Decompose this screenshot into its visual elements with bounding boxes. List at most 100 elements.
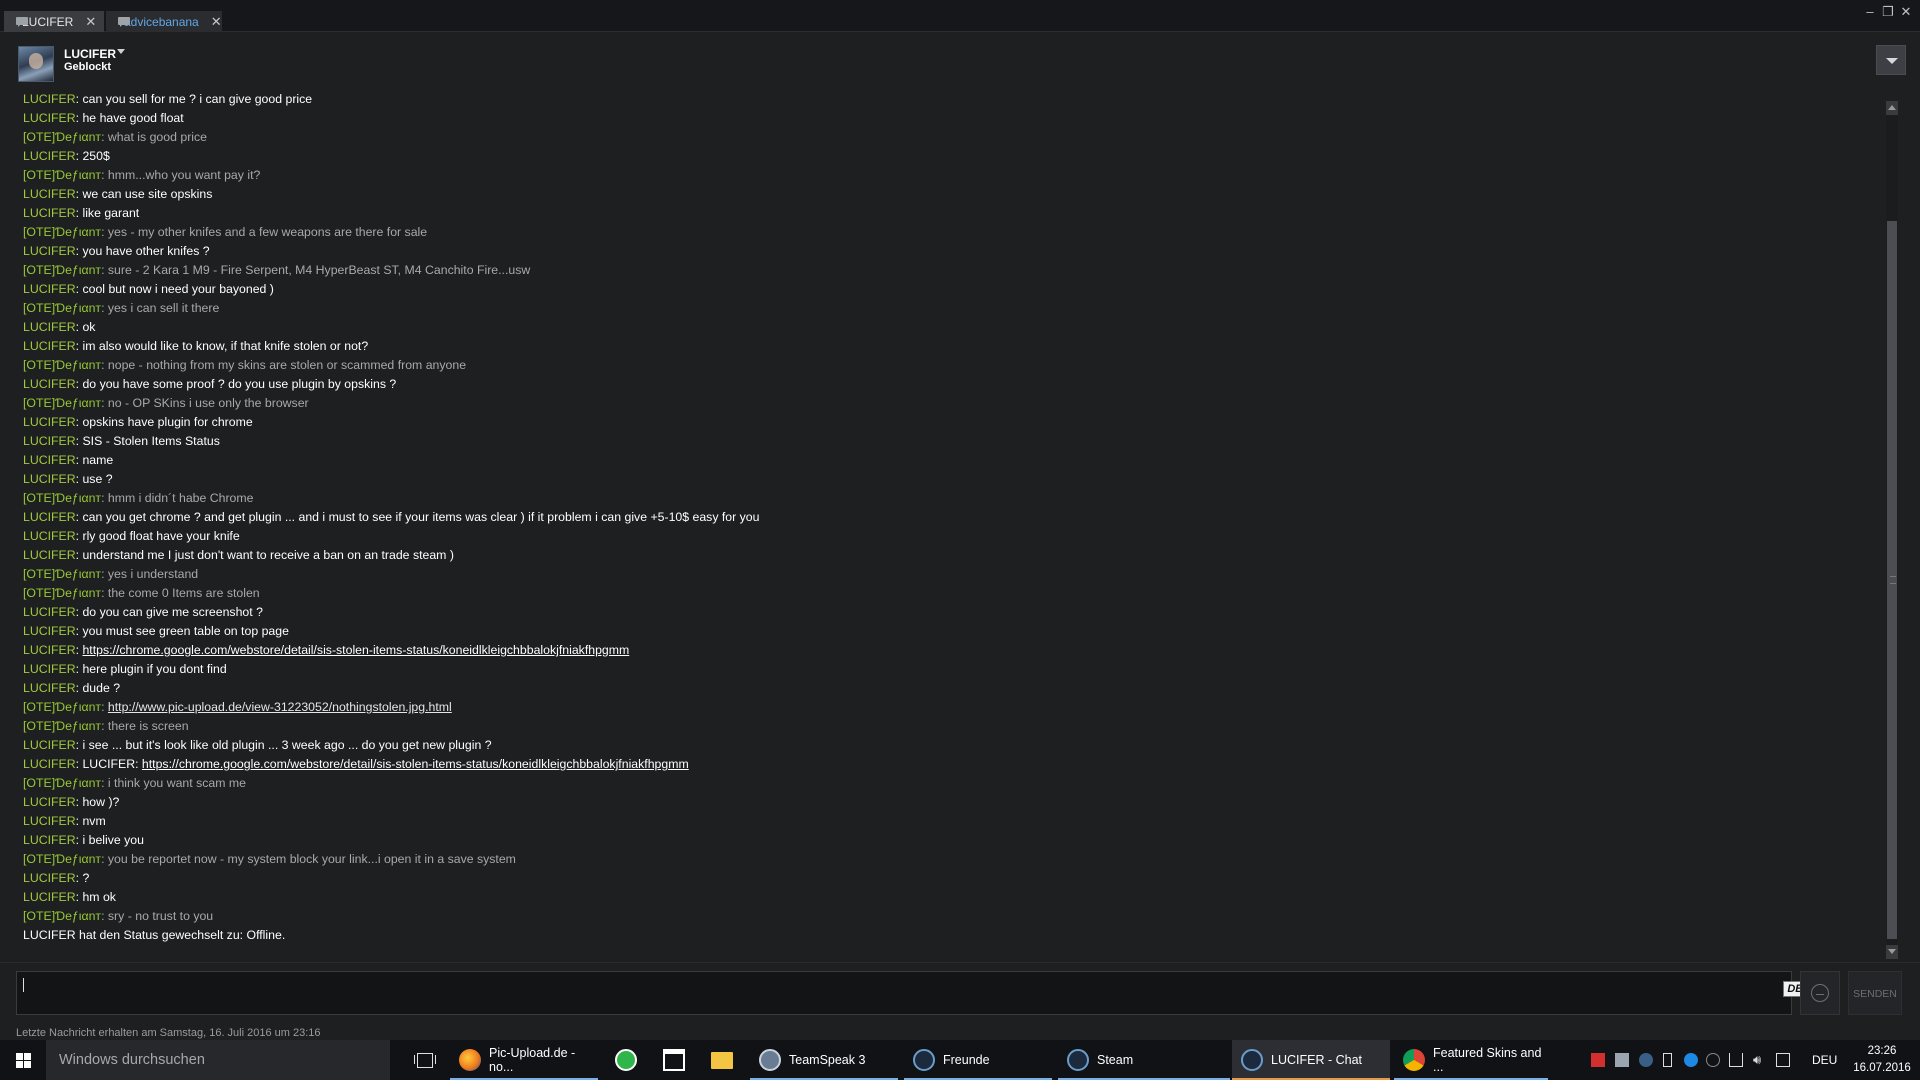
message-sender[interactable]: [OTE]Ɗeƒιαnт bbox=[23, 168, 101, 182]
action-center-icon[interactable] bbox=[1776, 1053, 1790, 1067]
taskbar-item-freunde[interactable]: Freunde bbox=[904, 1040, 1052, 1080]
message-sender[interactable]: LUCIFER bbox=[23, 339, 76, 353]
message-sender[interactable]: LUCIFER bbox=[23, 415, 76, 429]
usb-icon[interactable] bbox=[1663, 1053, 1672, 1067]
message-sender[interactable]: LUCIFER bbox=[23, 871, 76, 885]
message-sender[interactable]: LUCIFER bbox=[23, 757, 76, 771]
message-sender[interactable]: [OTE]Ɗeƒιαnт bbox=[23, 700, 101, 714]
maximize-icon[interactable]: ❐ bbox=[1880, 4, 1896, 20]
antivirus-icon[interactable] bbox=[1591, 1053, 1605, 1067]
minimize-icon[interactable]: – bbox=[1862, 4, 1878, 19]
network-icon[interactable] bbox=[1729, 1053, 1743, 1067]
message-sender[interactable]: [OTE]Ɗeƒιαnт bbox=[23, 567, 101, 581]
message-sender[interactable]: LUCIFER bbox=[23, 605, 76, 619]
message-sender[interactable]: LUCIFER bbox=[23, 282, 76, 296]
tab-lucifer[interactable]: LUCIFER ✕ bbox=[4, 11, 104, 32]
taskbar-item-firefox[interactable]: Pic-Upload.de - no... bbox=[450, 1040, 598, 1080]
store-icon bbox=[663, 1049, 685, 1071]
message-text: LUCIFER: bbox=[82, 757, 142, 771]
tab-advicebanana[interactable]: advicebanana ✕ bbox=[106, 11, 222, 32]
message-sender[interactable]: LUCIFER bbox=[23, 738, 76, 752]
taskbar-pinned-explorer[interactable] bbox=[700, 1040, 744, 1080]
chat-scrollbar[interactable] bbox=[1886, 101, 1898, 959]
emoticon-button[interactable] bbox=[1800, 971, 1840, 1015]
message-sender[interactable]: LUCIFER bbox=[23, 510, 76, 524]
message-sender[interactable]: LUCIFER bbox=[23, 548, 76, 562]
message-link[interactable]: http://www.pic-upload.de/view-31223052/n… bbox=[108, 700, 452, 714]
steam-tray-icon[interactable] bbox=[1639, 1053, 1653, 1067]
friend-name[interactable]: LUCIFER bbox=[64, 47, 116, 61]
message-sender[interactable]: LUCIFER bbox=[23, 377, 76, 391]
message-sender[interactable]: [OTE]Ɗeƒιαnт bbox=[23, 130, 101, 144]
scroll-up-icon[interactable] bbox=[1886, 101, 1898, 115]
message-sender[interactable]: LUCIFER bbox=[23, 434, 76, 448]
grip-icon bbox=[1890, 576, 1896, 584]
taskbar-item-lucifer-chat[interactable]: LUCIFER - Chat bbox=[1232, 1040, 1390, 1080]
message-sender[interactable]: [OTE]Ɗeƒιαnт bbox=[23, 225, 101, 239]
chat-message: [OTE]Ɗeƒιαnт: nope - nothing from my ski… bbox=[23, 358, 467, 372]
message-sender[interactable]: LUCIFER bbox=[23, 92, 76, 106]
language-indicator[interactable]: DEU bbox=[1812, 1040, 1837, 1080]
volume-icon[interactable]: 🔊︎ bbox=[1753, 1053, 1767, 1067]
message-link[interactable]: https://chrome.google.com/webstore/detai… bbox=[142, 757, 689, 771]
chevron-down-icon[interactable] bbox=[117, 49, 125, 54]
chat-message: [OTE]Ɗeƒιαnт: yes - my other knifes and … bbox=[23, 225, 428, 239]
message-sender[interactable]: LUCIFER bbox=[23, 472, 76, 486]
message-sender[interactable]: LUCIFER bbox=[23, 187, 76, 201]
send-button[interactable]: SENDEN bbox=[1848, 971, 1902, 1015]
message-sender[interactable]: [OTE]Ɗeƒιαnт bbox=[23, 301, 101, 315]
app-tray-icon[interactable] bbox=[1684, 1053, 1698, 1067]
network-share-icon[interactable] bbox=[1615, 1053, 1629, 1067]
message-link[interactable]: https://chrome.google.com/webstore/detai… bbox=[82, 643, 629, 657]
message-sender[interactable]: [OTE]Ɗeƒιαnт bbox=[23, 909, 101, 923]
message-sender[interactable]: LUCIFER bbox=[23, 244, 76, 258]
message-sender[interactable]: LUCIFER bbox=[23, 681, 76, 695]
message-sender[interactable]: [OTE]Ɗeƒιαnт bbox=[23, 491, 101, 505]
taskbar-search-input[interactable]: Windows durchsuchen bbox=[46, 1040, 390, 1080]
taskbar-pinned-store[interactable] bbox=[652, 1040, 696, 1080]
close-icon[interactable]: ✕ bbox=[211, 14, 222, 30]
message-sender[interactable]: LUCIFER bbox=[23, 833, 76, 847]
message-text: there is screen bbox=[107, 719, 189, 733]
message-sender[interactable]: [OTE]Ɗeƒιαnт bbox=[23, 396, 101, 410]
chat-message: [OTE]Ɗeƒιαnт: no - OP SKins i use only t… bbox=[23, 396, 309, 410]
scroll-down-icon[interactable] bbox=[1886, 945, 1898, 959]
message-sender[interactable]: [OTE]Ɗeƒιαnт bbox=[23, 263, 101, 277]
message-input[interactable]: DE bbox=[16, 971, 1807, 1015]
avatar[interactable] bbox=[18, 46, 54, 82]
task-view-icon[interactable] bbox=[404, 1040, 448, 1080]
message-sender[interactable]: LUCIFER bbox=[23, 814, 76, 828]
taskbar-item-steam[interactable]: Steam bbox=[1058, 1040, 1230, 1080]
message-sender[interactable]: [OTE]Ɗeƒιαnт bbox=[23, 358, 101, 372]
message-sender[interactable]: [OTE]Ɗeƒιαnт bbox=[23, 586, 101, 600]
message-sender[interactable]: LUCIFER bbox=[23, 453, 76, 467]
message-sender[interactable]: LUCIFER bbox=[23, 529, 76, 543]
taskbar-clock[interactable]: 23:26 16.07.2016 bbox=[1850, 1043, 1914, 1077]
last-message-info: Letzte Nachricht erhalten am Samstag, 16… bbox=[16, 1027, 321, 1039]
message-sender[interactable]: [OTE]Ɗeƒιαnт bbox=[23, 719, 101, 733]
message-sender[interactable]: LUCIFER bbox=[23, 643, 76, 657]
taskbar-item-label: TeamSpeak 3 bbox=[789, 1053, 866, 1067]
message-sender[interactable]: LUCIFER bbox=[23, 320, 76, 334]
windows-start-button[interactable] bbox=[0, 1040, 46, 1080]
sync-icon[interactable] bbox=[1706, 1053, 1720, 1067]
message-sender[interactable]: [OTE]Ɗeƒιαnт bbox=[23, 776, 101, 790]
taskbar-item-teamspeak[interactable]: TeamSpeak 3 bbox=[750, 1040, 898, 1080]
message-sender[interactable]: LUCIFER bbox=[23, 149, 76, 163]
message-sender[interactable]: LUCIFER bbox=[23, 795, 76, 809]
message-sender[interactable]: LUCIFER bbox=[23, 662, 76, 676]
message-sender[interactable]: LUCIFER bbox=[23, 206, 76, 220]
message-sender[interactable]: LUCIFER bbox=[23, 890, 76, 904]
message-sender[interactable]: LUCIFER bbox=[23, 624, 76, 638]
taskbar-pinned-whatsapp[interactable] bbox=[604, 1040, 648, 1080]
options-dropdown-button[interactable] bbox=[1876, 45, 1906, 75]
message-text: we can use site opskins bbox=[82, 187, 213, 201]
close-window-icon[interactable]: ✕ bbox=[1898, 4, 1914, 20]
taskbar-item-chrome[interactable]: Featured Skins and ... bbox=[1394, 1040, 1548, 1080]
scroll-thumb[interactable] bbox=[1887, 221, 1897, 939]
taskbar-item-label: Featured Skins and ... bbox=[1433, 1046, 1542, 1074]
message-sender[interactable]: [OTE]Ɗeƒιαnт bbox=[23, 852, 101, 866]
close-icon[interactable]: ✕ bbox=[85, 14, 96, 30]
message-text: no - OP SKins i use only the browser bbox=[107, 396, 309, 410]
message-sender[interactable]: LUCIFER bbox=[23, 111, 76, 125]
